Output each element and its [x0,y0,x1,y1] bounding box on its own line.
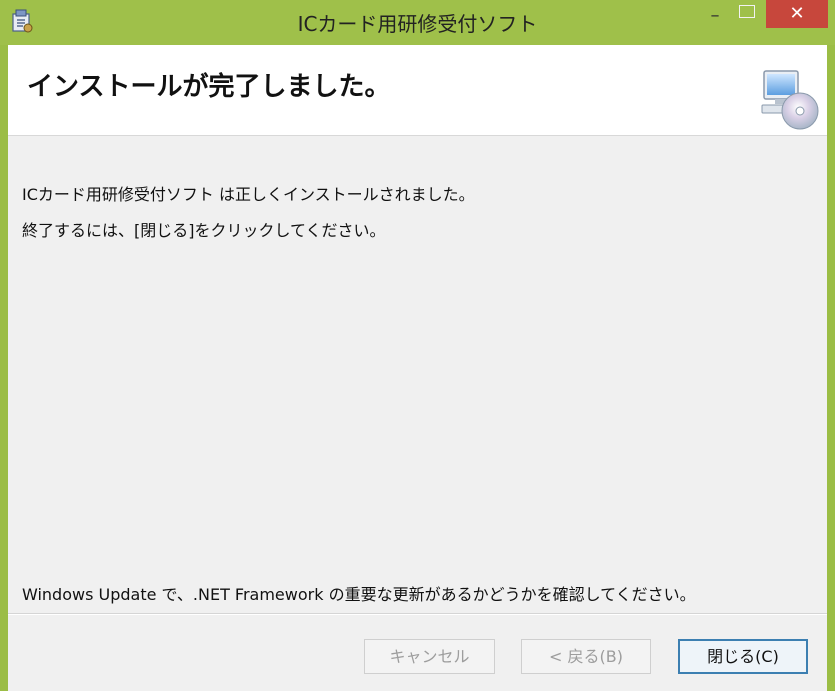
dialog-body: ICカード用研修受付ソフト は正しくインストールされました。 終了するには、[閉… [8,136,827,636]
dialog-header: インストールが完了しました。 [8,45,827,136]
close-instruction-message: 終了するには、[閉じる]をクリックしてください。 [22,221,386,240]
back-button[interactable]: < 戻る(B) [521,639,651,674]
page-title: インストールが完了しました。 [27,72,391,102]
windows-update-message: Windows Update で、.NET Framework の重要な更新があ… [22,585,696,604]
close-button[interactable]: 閉じる(C) [678,639,808,674]
title-bar[interactable]: ICカード用研修受付ソフト – ✕ [0,0,835,45]
setup-computer-disc-icon [761,70,819,130]
install-success-message: ICカード用研修受付ソフト は正しくインストールされました。 [22,185,475,204]
footer-separator [8,613,827,615]
minimize-button[interactable]: – [699,6,731,28]
maximize-icon [739,5,755,18]
dialog-content: インストールが完了しました。 ICカード用研修受付ソフト は正しくインストールさ… [8,45,827,691]
cancel-button[interactable]: キャンセル [364,639,495,674]
installer-window: ICカード用研修受付ソフト – ✕ インストールが完了しました。 ICカード用研… [0,0,835,691]
maximize-button[interactable] [734,3,760,23]
close-window-button[interactable]: ✕ [766,0,828,28]
